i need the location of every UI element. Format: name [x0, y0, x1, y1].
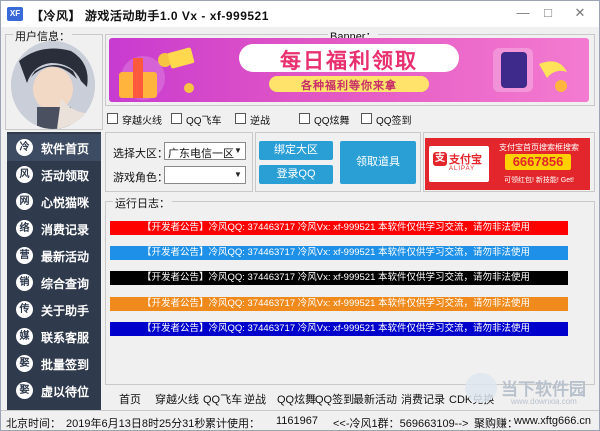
notice-line: 【开发者公告】冷风QQ: 374463717 冷风Vx: xf-999521 本…	[110, 297, 568, 311]
sidebar-item-batch-sign[interactable]: 娶批量签到	[7, 350, 101, 377]
contact-value: www.xftg666.cn	[514, 415, 592, 427]
checkbox-label: QQ飞车	[186, 116, 222, 127]
banner-image[interactable]: 每日福利领取 各种福利等你来拿	[109, 38, 589, 102]
sidebar: 冷软件首页 风活动领取 网心悦猫咪 络消费记录 营最新活动 销综合查询 传关于助…	[7, 132, 101, 410]
minimize-icon[interactable]: —	[513, 4, 533, 22]
checkbox-label: QQ签到	[376, 116, 412, 127]
checkbox-box[interactable]	[235, 113, 246, 124]
tab-qqspeed[interactable]: QQ飞车	[203, 391, 242, 407]
login-qq-button[interactable]: 登录QQ	[259, 165, 333, 184]
latest-badge-icon: 营	[16, 247, 33, 264]
reserved-badge-icon: 娶	[16, 382, 33, 399]
query-badge-icon: 销	[16, 274, 33, 291]
sidebar-item-xinyue[interactable]: 网心悦猫咪	[7, 188, 101, 215]
app-window: XF 【冷风】 游戏活动助手1.0 Vx - xf-999521 — □ ✕ 用…	[0, 0, 600, 431]
notice-line: 【开发者公告】冷风QQ: 374463717 冷风Vx: xf-999521 本…	[110, 271, 568, 285]
tab-home[interactable]: 首页	[119, 391, 141, 407]
ad-code: 6667856	[512, 154, 564, 169]
watermark-url: www.downxia.com	[511, 397, 577, 406]
contact-label: 聚购赚：	[474, 418, 518, 430]
sidebar-item-label: 关于助手	[41, 304, 90, 318]
checkbox-label: 逆战	[250, 116, 270, 127]
sidebar-item-reserved[interactable]: 娶虚以待位	[7, 377, 101, 404]
notice-line: 【开发者公告】冷风QQ: 374463717 冷风Vx: xf-999521 本…	[110, 221, 568, 235]
xinyue-badge-icon: 网	[16, 193, 33, 210]
notice-line: 【开发者公告】冷风QQ: 374463717 冷风Vx: xf-999521 本…	[110, 322, 568, 336]
checkbox-box[interactable]	[361, 113, 372, 124]
sidebar-item-label: 活动领取	[41, 169, 90, 183]
tab-qqsign[interactable]: QQ签到	[315, 391, 354, 407]
sidebar-item-latest[interactable]: 营最新活动	[7, 242, 101, 269]
region-label: 选择大区：	[113, 148, 168, 160]
sidebar-item-label: 综合查询	[41, 277, 90, 291]
usage-value: 1161967	[276, 415, 319, 427]
maximize-icon[interactable]: □	[538, 4, 558, 22]
alipay-logo-icon: 支	[433, 152, 447, 166]
checkbox-box[interactable]	[107, 113, 118, 124]
checkbox-label: QQ炫舞	[314, 116, 350, 127]
banner-subline: 各种福利等你来拿	[301, 80, 397, 92]
group-text: <<-冷风1群：569663109-->	[333, 418, 469, 430]
support-badge-icon: 媒	[16, 328, 33, 345]
sidebar-item-label: 最新活动	[41, 250, 90, 264]
window-title: 【冷风】 游戏活动助手1.0 Vx - xf-999521	[31, 9, 269, 23]
sidebar-item-label: 批量签到	[41, 358, 90, 372]
chevron-down-icon[interactable]: ▼	[231, 143, 245, 159]
alipay-brand-en: ALIPAY	[449, 166, 476, 172]
sidebar-item-support[interactable]: 媒联系客服	[7, 323, 101, 350]
region-select[interactable]: 广东电信一区 ▼	[164, 142, 246, 160]
tab-latest[interactable]: 最新活动	[353, 391, 397, 407]
ad-line-2: 可领红包! 新技能! Get!	[503, 177, 574, 184]
tab-crossfire[interactable]: 穿越火线	[155, 391, 199, 407]
bind-region-button[interactable]: 绑定大区	[259, 141, 333, 160]
checkbox-box[interactable]	[299, 113, 310, 124]
watermark-logo-icon	[465, 373, 497, 403]
chevron-down-icon[interactable]: ▼	[231, 167, 245, 183]
usage-label: 累计使用：	[205, 418, 260, 430]
about-badge-icon: 传	[16, 301, 33, 318]
sidebar-item-query[interactable]: 销综合查询	[7, 269, 101, 296]
sidebar-item-about[interactable]: 传关于助手	[7, 296, 101, 323]
status-bar: 北京时间： 2019年6月13日8时25分31秒 累计使用： 1161967 <…	[1, 410, 599, 430]
ad-line-1: 支付宝首页搜索框搜索	[499, 143, 579, 152]
region-select-value: 广东电信一区	[168, 148, 234, 160]
role-select[interactable]: ▼	[164, 166, 246, 184]
consumption-badge-icon: 络	[16, 220, 33, 237]
banner-headline: 每日福利领取	[280, 50, 418, 73]
sidebar-item-consumption[interactable]: 络消费记录	[7, 215, 101, 242]
log-label: 运行日志：	[113, 195, 172, 211]
sidebar-item-label: 联系客服	[41, 331, 90, 345]
sidebar-item-label: 心悦猫咪	[41, 196, 90, 210]
alipay-ad[interactable]: 支 支付宝 ALIPAY 支付宝首页搜索框搜索 6667856 可领红包! 新技…	[425, 138, 590, 190]
tab-nz[interactable]: 逆战	[244, 391, 266, 407]
time-value: 2019年6月13日8时25分31秒	[66, 418, 206, 430]
close-icon[interactable]: ✕	[570, 4, 590, 22]
sidebar-item-label: 虚以待位	[41, 385, 90, 399]
app-icon: XF	[7, 7, 23, 21]
checkbox-box[interactable]	[171, 113, 182, 124]
alipay-brand: 支付宝	[449, 154, 482, 166]
checkbox-label: 穿越火线	[122, 116, 162, 127]
avatar	[11, 41, 95, 129]
title-bar: XF 【冷风】 游戏活动助手1.0 Vx - xf-999521 — □ ✕	[1, 1, 599, 27]
role-label: 游戏角色：	[113, 172, 168, 184]
home-badge-icon: 冷	[16, 139, 33, 156]
batch-sign-badge-icon: 娶	[16, 355, 33, 372]
avatar-image	[11, 41, 95, 129]
tab-consumption[interactable]: 消费记录	[401, 391, 445, 407]
activity-badge-icon: 风	[16, 166, 33, 183]
sidebar-item-home[interactable]: 冷软件首页	[7, 134, 101, 161]
notice-line: 【开发者公告】冷风QQ: 374463717 冷风Vx: xf-999521 本…	[110, 246, 568, 260]
time-label: 北京时间：	[6, 418, 61, 430]
sidebar-item-label: 消费记录	[41, 223, 90, 237]
tab-x5[interactable]: QQ炫舞	[277, 391, 316, 407]
claim-items-button[interactable]: 领取道具	[340, 141, 416, 184]
sidebar-item-activity[interactable]: 风活动领取	[7, 161, 101, 188]
sidebar-item-label: 软件首页	[41, 142, 90, 156]
